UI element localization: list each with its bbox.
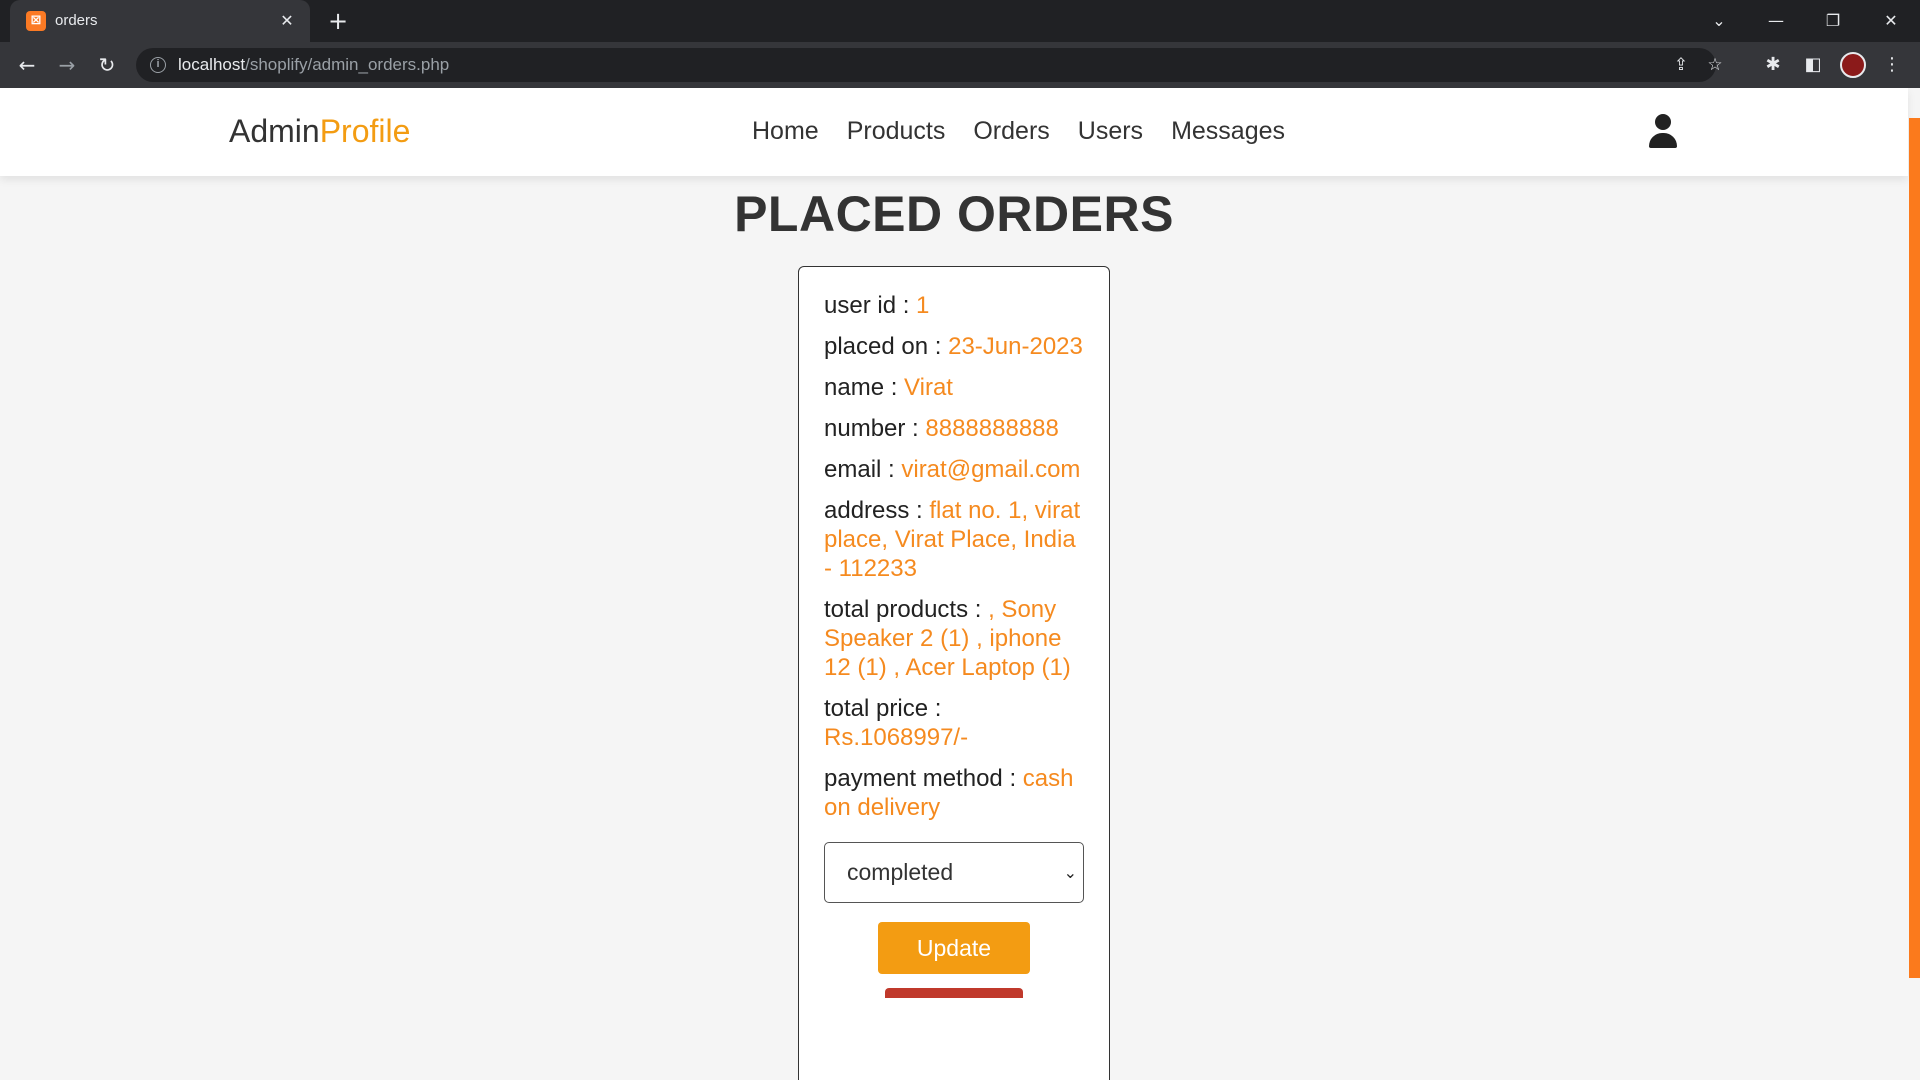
- share-icon[interactable]: ⇪: [1668, 52, 1694, 78]
- nav-products[interactable]: Products: [847, 116, 946, 146]
- order-field-email: email : virat@gmail.com: [824, 456, 1081, 483]
- user-icon[interactable]: [1648, 114, 1678, 150]
- side-panel-icon[interactable]: ◧: [1799, 51, 1827, 79]
- browser-toolbar: ← → ↻ i localhost/shoplify/admin_orders.…: [0, 42, 1920, 88]
- order-field-user-id: user id : 1: [824, 292, 930, 319]
- site-info-icon[interactable]: i: [150, 57, 166, 73]
- back-icon[interactable]: ←: [11, 49, 43, 81]
- order-field-total-price: total price : Rs.1068997/-: [824, 695, 969, 751]
- order-field-payment-method: payment method : cash on delivery: [824, 765, 1074, 821]
- extensions-icon[interactable]: ✱: [1759, 51, 1787, 79]
- nav-users[interactable]: Users: [1078, 116, 1143, 146]
- bookmark-star-icon[interactable]: ☆: [1702, 52, 1728, 78]
- main-nav: Home Products Orders Users Messages: [752, 116, 1285, 146]
- order-field-total-products: total products : , Sony Speaker 2 (1) , …: [824, 596, 1071, 681]
- order-field-address: address : flat no. 1, virat place, Virat…: [824, 497, 1081, 582]
- browser-tabstrip: ⊠ orders ✕ + ⌄ — ❐ ✕: [0, 0, 1920, 42]
- order-field-placed-on: placed on : 23-Jun-2023: [824, 333, 1083, 360]
- order-field-name: name : Virat: [824, 374, 953, 401]
- tab-title: orders: [55, 12, 98, 29]
- xampp-favicon-icon: ⊠: [26, 11, 46, 31]
- nav-messages[interactable]: Messages: [1171, 116, 1285, 146]
- update-button[interactable]: Update: [878, 922, 1030, 974]
- chevron-down-icon: ⌄: [1063, 863, 1077, 882]
- menu-kebab-icon[interactable]: ⋮: [1878, 51, 1906, 79]
- tab-close-icon[interactable]: ✕: [276, 10, 298, 32]
- reload-icon[interactable]: ↻: [91, 49, 123, 81]
- order-status-select[interactable]: completed ⌄: [824, 842, 1084, 903]
- scrollbar-thumb[interactable]: [1909, 118, 1920, 978]
- order-card: user id : 1 placed on : 23-Jun-2023 name…: [798, 266, 1110, 1080]
- url-text[interactable]: localhost/shoplify/admin_orders.php: [178, 56, 449, 74]
- minimize-icon[interactable]: —: [1761, 6, 1791, 36]
- address-bar[interactable]: i localhost/shoplify/admin_orders.php ⇪ …: [136, 48, 1723, 82]
- order-field-number: number : 8888888888: [824, 415, 1059, 442]
- page-title: PLACED ORDERS: [734, 186, 1174, 242]
- browser-tab[interactable]: ⊠ orders ✕: [10, 0, 310, 42]
- tab-search-icon[interactable]: ⌄: [1704, 6, 1734, 36]
- delete-button[interactable]: [885, 988, 1023, 998]
- site-header: AdminProfile Home Products Orders Users …: [0, 88, 1908, 176]
- close-window-icon[interactable]: ✕: [1876, 6, 1906, 36]
- page-viewport: AdminProfile Home Products Orders Users …: [0, 88, 1920, 1080]
- forward-icon[interactable]: →: [51, 49, 83, 81]
- restore-icon[interactable]: ❐: [1818, 6, 1848, 36]
- profile-avatar[interactable]: [1840, 52, 1866, 78]
- site-logo[interactable]: AdminProfile: [229, 112, 410, 150]
- nav-home[interactable]: Home: [752, 116, 819, 146]
- new-tab-icon[interactable]: +: [325, 8, 351, 34]
- nav-orders[interactable]: Orders: [973, 116, 1049, 146]
